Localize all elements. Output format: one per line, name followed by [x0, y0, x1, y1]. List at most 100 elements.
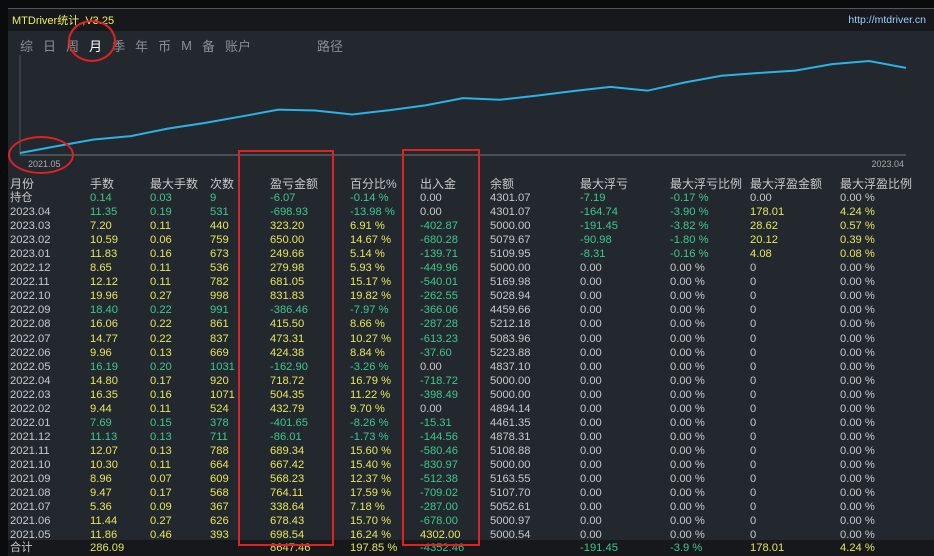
cell-次数: 1071 — [210, 388, 235, 401]
table-row[interactable]: 2023.03 7.20 0.11 440 323.20 6.91 % -402.87 500… — [8, 219, 934, 233]
cell-月份: 2021.09 — [10, 473, 51, 485]
table-row[interactable]: 2022.09 18.40 0.22 991 -386.46 -7.97 % -366.06… — [8, 303, 934, 317]
cell-最大浮亏: -90.98 — [580, 234, 612, 247]
tab-4[interactable]: 季 — [112, 36, 125, 55]
cell-月份: 2023.04 — [10, 206, 51, 219]
table-row[interactable]: 2021.10 10.30 0.11 664 667.42 15.40 % -830.97 5… — [8, 458, 934, 472]
cell-手数: 12.12 — [90, 276, 118, 289]
cell-盈亏金额: 249.66 — [270, 248, 305, 261]
cell-最大手数: 0.16 — [150, 388, 172, 401]
cell-最大浮盈金额: 0 — [750, 473, 757, 485]
cell-百分比%: -1.73 % — [350, 430, 389, 443]
table-row[interactable]: 2022.11 12.12 0.11 782 681.05 15.17 % -540.01 5… — [8, 275, 934, 289]
table-row[interactable]: 2022.05 16.19 0.20 1031 -162.90 -3.26 % 0.00 48… — [8, 360, 934, 374]
cell-最大浮盈比例: 0.00 % — [840, 458, 875, 471]
cell-百分比%: 5.93 % — [350, 262, 385, 275]
cell-最大浮盈比例: 0.00 % — [840, 515, 875, 528]
tab-2[interactable]: 周 — [66, 36, 79, 55]
table-row[interactable]: 2022.04 14.80 0.17 920 718.72 16.79 % -718.72 5… — [8, 374, 934, 388]
title-bar: MTDriver统计 ,V3.25 http://mtdriver.cn — [8, 9, 934, 31]
cell-百分比%: 197.85 % — [350, 542, 398, 554]
cell-最大浮盈比例: 0.57 % — [840, 220, 875, 233]
table-row[interactable]: 2021.07 5.36 0.09 367 338.64 7.18 % -287.00 505… — [8, 500, 934, 514]
cell-最大浮亏: 0.00 — [580, 388, 602, 401]
table-row[interactable]: 2023.02 10.59 0.06 759 650.00 14.67 % -680.28 5… — [8, 233, 934, 247]
cell-次数: 759 — [210, 234, 229, 247]
cell-最大浮盈比例: 0.00 % — [840, 332, 875, 345]
equity-curve-chart: 2021.05 2023.04 — [19, 55, 907, 169]
table-row[interactable]: 2021.12 11.13 0.13 711 -86.01 -1.73 % -144.56 4… — [8, 430, 934, 444]
cell-最大浮亏比例: 0.00 % — [670, 276, 705, 289]
cell-手数: 14.80 — [90, 374, 118, 387]
cell-盈亏金额: 338.64 — [270, 501, 305, 514]
cell-最大浮盈比例: 0.00 % — [840, 290, 875, 303]
cell-余额: 5108.88 — [490, 444, 531, 457]
table-row[interactable]: 2022.10 19.96 0.27 998 831.83 19.82 % -262.55 5… — [8, 289, 934, 303]
table-row[interactable]: 2022.06 9.96 0.13 669 424.38 8.84 % -37.60 5223… — [8, 346, 934, 360]
total-row[interactable]: 合计 286.09 8647.46 197.85 % -4352.46 -191.45 -3… — [8, 540, 934, 556]
table-row[interactable]: 2023.04 11.35 0.19 531 -698.93 -13.98 % 0.00 43… — [8, 205, 934, 219]
tab-path[interactable]: 路径 — [317, 36, 343, 55]
cell-手数: 手数 — [90, 177, 115, 191]
tab-7[interactable]: M — [181, 38, 192, 53]
cell-次数: 531 — [210, 206, 229, 219]
cell-月份: 2023.01 — [10, 248, 51, 261]
cell-盈亏金额: -386.46 — [270, 304, 308, 317]
table-row[interactable]: 2022.07 14.77 0.22 837 473.31 10.27 % -613.23 5… — [8, 332, 934, 346]
cell-最大浮盈金额: 28.62 — [750, 220, 778, 233]
cell-最大浮亏: -8.31 — [580, 248, 606, 261]
cell-手数: 11.44 — [90, 515, 118, 528]
cell-百分比%: 8.66 % — [350, 318, 385, 331]
cell-出入金: -613.23 — [420, 332, 458, 345]
cell-百分比%: 15.40 % — [350, 458, 392, 471]
table-row[interactable]: 2021.11 12.07 0.13 788 689.34 15.60 % -580.46 5… — [8, 444, 934, 458]
cell-最大浮亏: 0.00 — [580, 458, 602, 471]
cell-盈亏金额: -162.90 — [270, 360, 308, 373]
cell-手数: 16.06 — [90, 318, 118, 331]
table-row[interactable]: 持仓 0.14 0.03 9 -6.07 -0.14 % 0.00 4301.07 -7.19 -… — [8, 191, 934, 205]
table-row[interactable]: 2021.06 11.44 0.27 626 678.43 15.70 % -678.00 5… — [8, 514, 934, 528]
table-row[interactable]: 2022.01 7.69 0.15 378 -401.65 -8.26 % -15.31 44… — [8, 416, 934, 430]
table-row[interactable]: 2022.08 16.06 0.22 861 415.50 8.66 % -287.28 52… — [8, 317, 934, 331]
cell-最大浮盈金额: 0.00 — [750, 192, 772, 204]
cell-余额: 5163.55 — [490, 473, 531, 485]
tab-1[interactable]: 日 — [43, 36, 56, 55]
cell-手数: 11.13 — [90, 430, 118, 443]
cell-最大浮盈金额: 0 — [750, 402, 757, 415]
cell-手数: 5.36 — [90, 501, 112, 514]
tab-8[interactable]: 备 — [202, 36, 215, 55]
cell-手数: 10.59 — [90, 234, 118, 247]
cell-最大浮亏: -164.74 — [580, 206, 618, 219]
table-row[interactable]: 2021.08 9.47 0.17 568 764.11 17.59 % -709.02 51… — [8, 486, 934, 500]
website-link[interactable]: http://mtdriver.cn — [848, 14, 926, 26]
cell-次数: 673 — [210, 248, 229, 261]
tab-9[interactable]: 账户 — [225, 36, 251, 55]
tab-3[interactable]: 月 — [89, 36, 102, 55]
tab-0[interactable]: 综 — [20, 36, 33, 55]
table-row[interactable]: 2021.09 8.96 0.07 609 568.23 12.37 % -512.38 51… — [8, 472, 934, 486]
table-row[interactable]: 2023.01 11.83 0.16 673 249.66 5.14 % -139.71 51… — [8, 247, 934, 261]
table-row[interactable]: 2022.02 9.44 0.11 524 432.79 9.70 % 0.00 4894.1… — [8, 402, 934, 416]
cell-出入金: -262.55 — [420, 290, 458, 303]
cell-盈亏金额: 415.50 — [270, 318, 305, 331]
cell-最大手数: 0.22 — [150, 304, 172, 317]
cell-最大浮亏比例: 最大浮亏比例 — [670, 177, 743, 191]
cell-盈亏金额: 279.98 — [270, 262, 305, 275]
cell-最大浮盈比例: 0.39 % — [840, 234, 875, 247]
tab-6[interactable]: 币 — [158, 36, 171, 55]
table-row[interactable]: 2022.03 16.35 0.16 1071 504.35 11.22 % -398.49… — [8, 388, 934, 402]
cell-最大浮亏比例: 0.00 % — [670, 402, 705, 415]
cell-出入金: -287.00 — [420, 501, 458, 514]
cell-百分比%: 15.60 % — [350, 444, 392, 457]
cell-最大手数: 0.13 — [150, 346, 172, 359]
table-header: 月份 手数 最大手数 次数 盈亏金额 百分比% 出入金 余额 最大浮亏 最大浮亏比例 最大浮盈金额 最… — [8, 177, 934, 191]
tab-5[interactable]: 年 — [135, 36, 148, 55]
cell-出入金: -366.06 — [420, 304, 458, 317]
cell-最大浮盈比例: 0.08 % — [840, 248, 875, 261]
table-row[interactable]: 2022.12 8.65 0.11 536 279.98 5.93 % -449.96 500… — [8, 261, 934, 275]
cell-最大手数: 0.11 — [150, 276, 171, 289]
cell-次数: 782 — [210, 276, 229, 289]
cell-最大浮盈金额: 0 — [750, 318, 757, 331]
cell-出入金: -402.87 — [420, 220, 458, 233]
cell-盈亏金额: 689.34 — [270, 444, 305, 457]
